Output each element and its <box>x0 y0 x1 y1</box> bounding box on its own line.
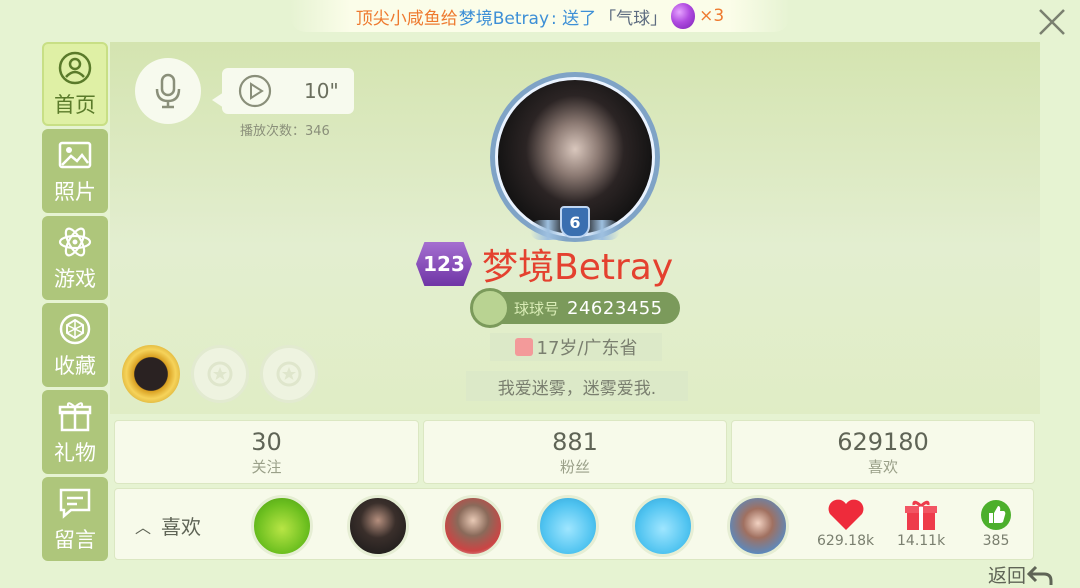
sidebar-item-games[interactable]: 游戏 <box>42 216 108 300</box>
stat-label: 关注 <box>251 457 282 476</box>
stat-likes[interactable]: 629180 喜欢 <box>731 420 1035 484</box>
gift-icon <box>56 397 94 435</box>
user-id-value: 24623455 <box>567 297 663 319</box>
back-button[interactable]: 返回 <box>988 561 1054 588</box>
user-bio: 我爱迷雾，迷雾爱我. <box>466 371 688 401</box>
gift-box-icon <box>905 500 938 530</box>
stat-following[interactable]: 30 关注 <box>114 420 419 484</box>
user-id-pill: 球球号 24623455 <box>470 288 680 328</box>
sidebar-item-label: 照片 <box>54 180 96 204</box>
stat-value: 881 <box>552 427 598 456</box>
likes-row: ︿ 喜欢 629.18k 14.11k 385 <box>114 488 1034 560</box>
banner-gift-name: 「气球」 <box>599 8 668 29</box>
banner-connector: 给 <box>440 8 458 29</box>
balloon-icon <box>671 3 696 29</box>
sidebar-item-label: 首页 <box>54 93 96 117</box>
liker-avatar[interactable] <box>251 495 313 557</box>
voice-duration: 10" <box>304 79 339 103</box>
liker-avatar[interactable] <box>632 495 694 557</box>
chevron-up-icon: ︿ <box>135 517 152 537</box>
medal-slot-empty[interactable] <box>260 345 318 403</box>
sidebar-item-label: 游戏 <box>54 267 96 291</box>
sidebar-item-messages[interactable]: 留言 <box>42 477 108 561</box>
collection-icon <box>56 310 94 348</box>
user-level-badge: 123 <box>416 242 472 286</box>
age-location: 17岁/广东省 <box>490 333 662 361</box>
thumb-count: 385 <box>982 533 1010 549</box>
likes-toggle[interactable]: ︿ 喜欢 <box>135 511 201 540</box>
gift-count: 14.11k <box>897 533 946 549</box>
banner-action: : 送了 <box>551 8 597 29</box>
liker-avatar[interactable] <box>442 495 504 557</box>
sidebar-item-collection[interactable]: 收藏 <box>42 303 108 387</box>
username: 梦境Betray <box>482 247 674 288</box>
voice-message-player[interactable]: 10" <box>212 68 354 114</box>
sidebar-item-photos[interactable]: 照片 <box>42 129 108 213</box>
stat-followers[interactable]: 881 粉丝 <box>423 420 727 484</box>
age-location-text: 17岁/广东省 <box>536 338 638 359</box>
sidebar-item-label: 礼物 <box>54 441 96 465</box>
gift-notification-banner: 顶尖小咸鱼 给 梦境Betray : 送了 「气球」 ×3 <box>290 0 790 32</box>
user-id-label: 球球号 <box>514 299 560 318</box>
message-icon <box>56 484 94 522</box>
stats-row: 30 关注 881 粉丝 629180 喜欢 <box>114 420 1039 484</box>
profile-panel: 10" 播放次数：346 6 123 梦境Betray 球球号 24623455… <box>110 42 1040 414</box>
stat-value: 629180 <box>837 427 929 456</box>
close-button[interactable] <box>1024 0 1080 44</box>
avatar[interactable]: 6 <box>490 72 660 242</box>
photo-icon <box>56 136 94 174</box>
play-icon <box>238 74 272 108</box>
liker-avatar[interactable] <box>347 495 409 557</box>
sidebar-item-label: 留言 <box>54 528 96 552</box>
stat-label: 喜欢 <box>867 457 898 476</box>
name-row: 123 梦境Betray <box>416 238 673 290</box>
voice-record-button[interactable] <box>135 58 201 124</box>
heart-metric[interactable]: 629.18k <box>817 499 874 549</box>
thumbs-up-icon <box>981 500 1011 530</box>
liker-avatar[interactable] <box>537 495 599 557</box>
medal-slot-empty[interactable] <box>191 345 249 403</box>
heart-icon <box>828 499 863 530</box>
back-arrow-icon <box>1026 565 1053 585</box>
banner-receiver: 梦境Betray <box>458 8 550 29</box>
banner-sender: 顶尖小咸鱼 <box>355 8 441 29</box>
star-medal-icon <box>207 361 233 387</box>
likes-toggle-label: 喜欢 <box>161 515 202 539</box>
heart-count: 629.18k <box>817 533 875 549</box>
star-medal-icon <box>276 361 302 387</box>
back-label: 返回 <box>987 565 1026 587</box>
game-icon <box>56 223 94 261</box>
female-icon <box>514 338 533 356</box>
sidebar-item-label: 收藏 <box>54 354 96 378</box>
sidebar-item-gifts[interactable]: 礼物 <box>42 390 108 474</box>
close-icon <box>1039 9 1065 35</box>
sidebar: 首页 照片 游戏 收藏 礼物 留言 <box>42 42 108 564</box>
play-count: 播放次数：346 <box>240 124 330 139</box>
avatar-level-badge: 6 <box>560 206 590 238</box>
microphone-icon <box>155 73 181 109</box>
gift-metric[interactable]: 14.11k <box>897 499 945 549</box>
stat-label: 粉丝 <box>559 457 590 476</box>
liker-avatar[interactable] <box>727 495 789 557</box>
thumb-metric[interactable]: 385 <box>979 499 1013 549</box>
home-icon <box>56 49 94 87</box>
sidebar-item-home[interactable]: 首页 <box>42 42 108 126</box>
banner-gift-count: ×3 <box>699 6 725 26</box>
stat-value: 30 <box>251 427 282 456</box>
ball-face-icon <box>470 288 510 328</box>
medal-avatar[interactable] <box>122 345 180 403</box>
medal-row <box>122 345 329 403</box>
